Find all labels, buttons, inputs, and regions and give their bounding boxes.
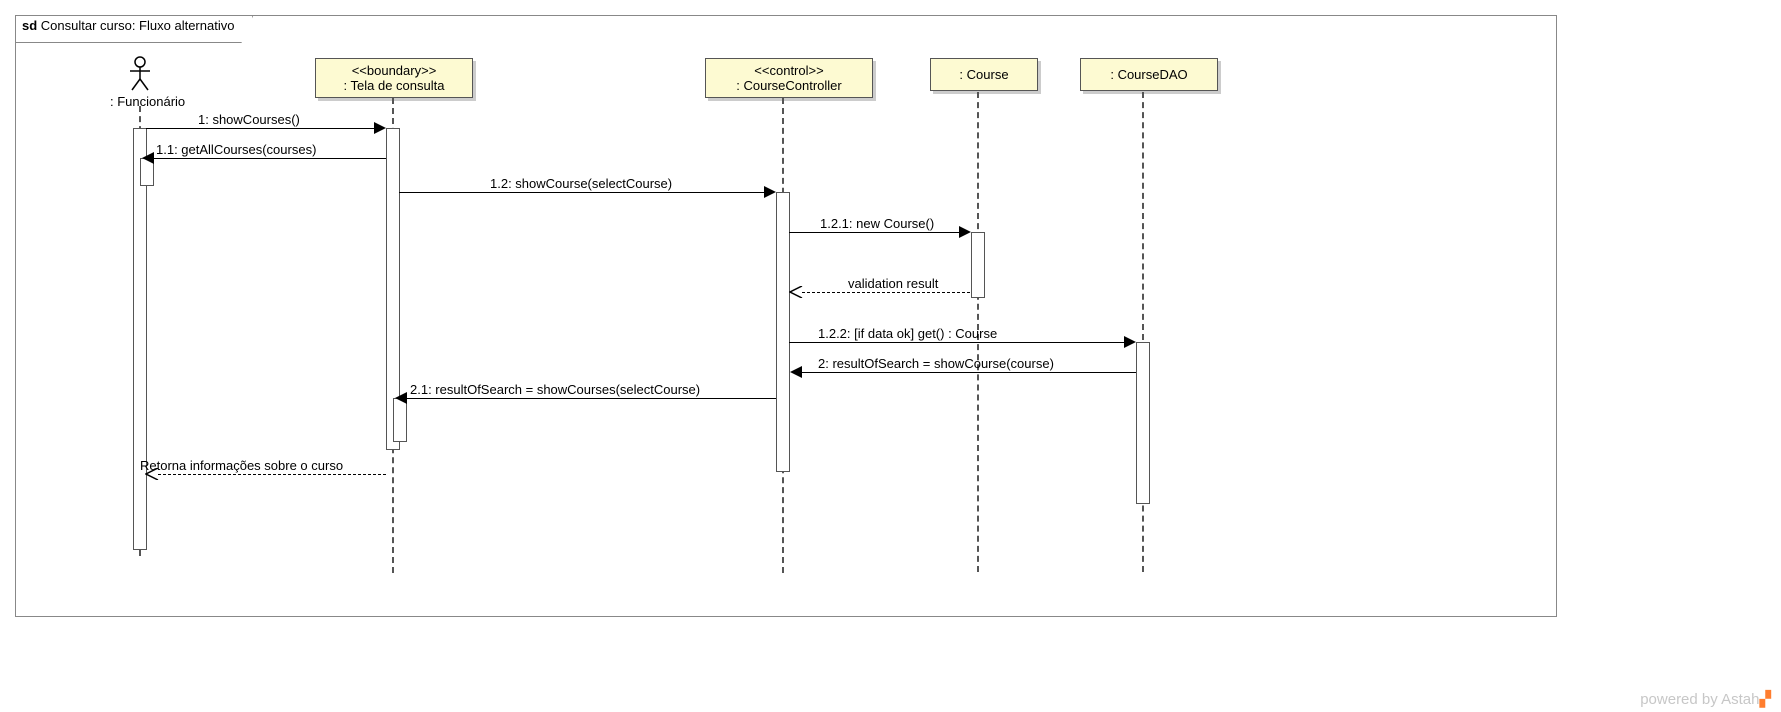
arrow-m2 (802, 372, 1136, 373)
boundary-stereotype: <<boundary>> (324, 63, 464, 78)
lifeline-course: : Course (930, 58, 1038, 91)
boundary-name: : Tela de consulta (324, 78, 464, 93)
label-m1: 1: showCourses() (198, 112, 300, 127)
activation-course (971, 232, 985, 298)
label-m121: 1.2.1: new Course() (820, 216, 934, 231)
activation-dao (1136, 342, 1150, 504)
arrowhead-m121 (959, 226, 971, 238)
powered-by: powered by Astah▞ (1640, 690, 1771, 708)
frame-title-tab: sd Consultar curso: Fluxo alternativo (15, 15, 253, 43)
arrow-m11 (154, 158, 386, 159)
arrow-mret (158, 474, 386, 475)
actor-icon (126, 56, 154, 92)
label-m122: 1.2.2: [if data ok] get() : Course (818, 326, 997, 341)
arrow-m121r (802, 292, 970, 293)
arrow-m1 (146, 128, 374, 129)
arrowhead-m121r (789, 286, 803, 298)
label-m12: 1.2: showCourse(selectCourse) (490, 176, 672, 191)
dao-name: : CourseDAO (1089, 67, 1209, 82)
control-stereotype: <<control>> (714, 63, 864, 78)
diagram-canvas: sd Consultar curso: Fluxo alternativo : … (0, 0, 1781, 712)
label-m21: 2.1: resultOfSearch = showCourses(select… (410, 382, 700, 397)
arrowhead-m122 (1124, 336, 1136, 348)
actor-funcionario: : Funcionário (110, 56, 170, 109)
lifeline-control: <<control>> : CourseController (705, 58, 873, 98)
arrowhead-m2 (790, 366, 802, 378)
astah-logo-icon: ▞ (1759, 691, 1771, 708)
label-m121r: validation result (848, 276, 938, 291)
arrowhead-m1 (374, 122, 386, 134)
frame-title: Consultar curso: Fluxo alternativo (41, 18, 235, 33)
arrowhead-m11 (142, 152, 154, 164)
powered-text: powered by Astah (1640, 691, 1759, 708)
label-m11: 1.1: getAllCourses(courses) (156, 142, 316, 157)
arrow-m121 (789, 232, 959, 233)
lifeline-dao: : CourseDAO (1080, 58, 1218, 91)
arrowhead-m12 (764, 186, 776, 198)
arrow-m21 (407, 398, 776, 399)
label-m2: 2: resultOfSearch = showCourse(course) (818, 356, 1054, 371)
lifeline-boundary: <<boundary>> : Tela de consulta (315, 58, 473, 98)
course-name: : Course (939, 67, 1029, 82)
arrowhead-m21 (395, 392, 407, 404)
activation-actor (133, 128, 147, 550)
frame-tag: sd (22, 18, 37, 33)
activation-boundary-nested (393, 398, 407, 442)
control-name: : CourseController (714, 78, 864, 93)
arrow-m122 (789, 342, 1124, 343)
label-mret: Retorna informações sobre o curso (140, 458, 343, 473)
arrow-m12 (399, 192, 764, 193)
activation-control (776, 192, 790, 472)
